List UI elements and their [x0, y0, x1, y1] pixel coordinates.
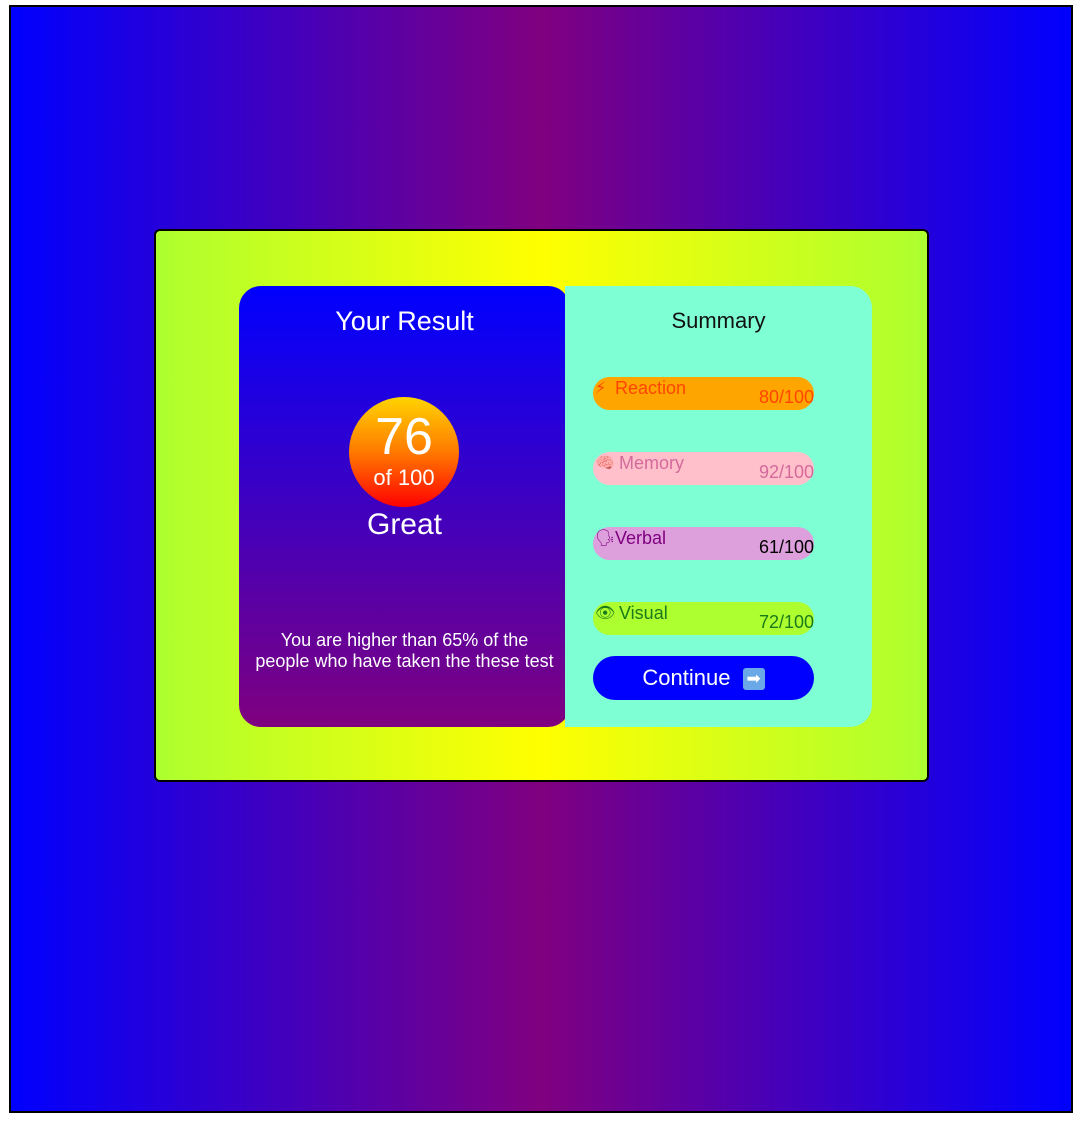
score-value: 76 — [375, 408, 433, 466]
summary-item-value: 61/100 — [758, 537, 814, 557]
continue-button[interactable]: Continue ➡ — [593, 656, 814, 700]
eye-icon: 👁 — [595, 605, 616, 622]
score-max: of 100 — [373, 465, 435, 490]
summary-item-visual: 👁 Visual 72/100 — [593, 602, 814, 635]
brain-icon: 🧠 — [595, 455, 615, 472]
page-background: Your Result 76 of 100 Great You are high… — [9, 5, 1073, 1113]
summary-item-reaction: ⚡ Reaction 80/100 — [593, 377, 814, 410]
summary-title: Summary — [671, 308, 766, 333]
summary-item-label: Visual — [619, 603, 668, 623]
result-title: Your Result — [335, 306, 474, 336]
summary-item-verbal: 🗣 Verbal 61/100 — [593, 527, 814, 560]
summary-item-label: Memory — [619, 453, 685, 473]
score-circle: 76 of 100 — [349, 397, 459, 507]
summary-item-memory: 🧠 Memory 92/100 — [593, 452, 814, 485]
lightning-icon: ⚡ — [595, 380, 607, 397]
summary-item-value: 80/100 — [758, 387, 814, 407]
speaking-head-icon: 🗣 — [595, 530, 616, 547]
summary-item-label: Reaction — [615, 378, 687, 398]
rating-label: Great — [366, 508, 443, 541]
summary-item-value: 72/100 — [758, 612, 814, 632]
summary-item-value: 92/100 — [758, 462, 814, 482]
results-card: Your Result 76 of 100 Great You are high… — [154, 229, 929, 782]
summary-panel: Summary ⚡ Reaction 80/100 🧠 Memory 92/10… — [565, 286, 872, 727]
result-description: You are higher than 65% of the people wh… — [255, 630, 554, 671]
result-panel: Your Result 76 of 100 Great You are high… — [239, 286, 570, 727]
continue-label: Continue — [642, 665, 731, 691]
right-arrow-icon: ➡ — [742, 667, 765, 690]
summary-item-label: Verbal — [615, 528, 667, 548]
